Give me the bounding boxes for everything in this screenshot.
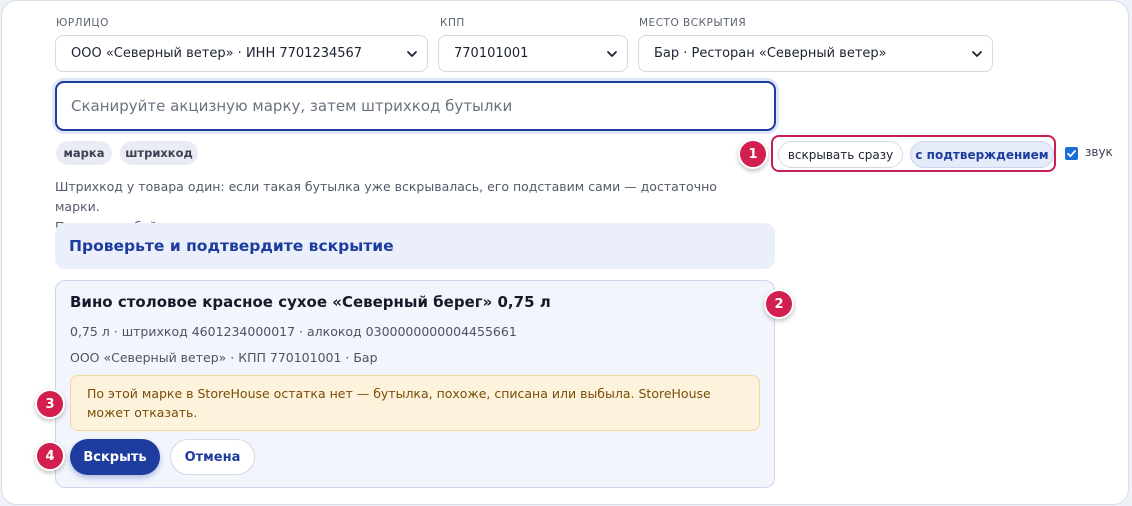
chip-barcode: штрихкод [120, 141, 198, 165]
kpp-select[interactable]: 770101001 [438, 35, 628, 72]
chevron-down-icon [407, 50, 417, 57]
chip-mark: марка [56, 141, 112, 165]
location-value: Бар · Ресторан «Северный ветер» [654, 46, 887, 61]
kpp-label: КПП [440, 17, 465, 29]
item-details: 0,75 л · штрихкод 4601234000017 · алкоко… [70, 324, 517, 339]
scan-input[interactable] [55, 81, 776, 131]
hint-line-1: Штрихкод у товара один: если такая бутыл… [55, 179, 717, 214]
sound-label: звук [1085, 145, 1113, 159]
kpp-value: 770101001 [454, 46, 529, 61]
chevron-down-icon [972, 50, 982, 57]
annotation-badge-2: 2 [764, 289, 794, 319]
cancel-button[interactable]: Отмена [170, 439, 255, 475]
legal-entity-label: ЮРЛИЦО [56, 17, 109, 29]
annotation-badge-4: 4 [35, 441, 65, 471]
open-button[interactable]: Вскрыть [70, 439, 160, 475]
item-title: Вино столовое красное сухое «Северный бе… [70, 293, 551, 311]
mode-confirm-button[interactable]: с подтверждением [910, 141, 1054, 168]
checkmark-icon [1067, 150, 1076, 158]
location-select[interactable]: Бар · Ресторан «Северный ветер» [638, 35, 993, 72]
legal-entity-value: ООО «Северный ветер» · ИНН 7701234567 [71, 46, 363, 61]
chevron-down-icon [607, 50, 617, 57]
location-label: МЕСТО ВСКРЫТИЯ [639, 17, 747, 29]
mode-immediate-button[interactable]: вскрывать сразу [778, 141, 903, 168]
legal-entity-select[interactable]: ООО «Северный ветер» · ИНН 7701234567 [55, 35, 428, 72]
stock-warning: По этой марке в StoreHouse остатка нет —… [70, 375, 760, 431]
annotation-badge-1: 1 [738, 139, 768, 169]
annotation-badge-3: 3 [35, 389, 65, 419]
item-owner: ООО «Северный ветер» · КПП 770101001 · Б… [70, 350, 378, 365]
confirm-notice: Проверьте и подтвердите вскрытие [55, 223, 775, 269]
sound-checkbox[interactable] [1065, 147, 1078, 160]
